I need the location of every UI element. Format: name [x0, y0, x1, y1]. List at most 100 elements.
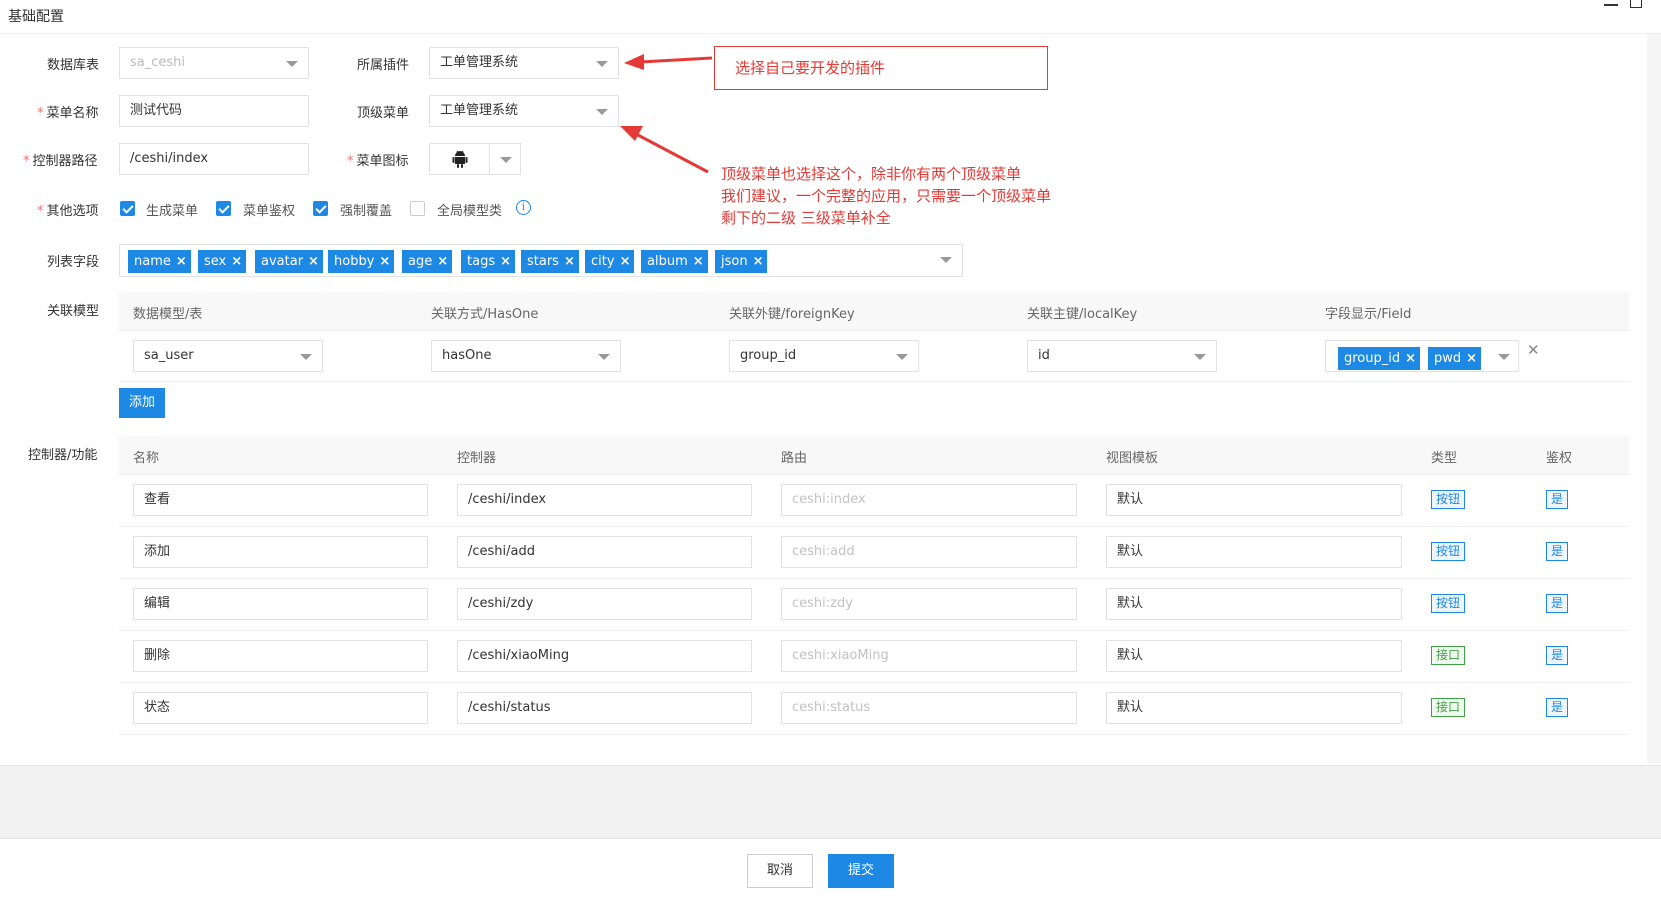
field-tag[interactable]: name × [128, 250, 191, 273]
top-menu-label: 顶级菜单 [357, 106, 410, 121]
remove-tag-icon[interactable]: × [1466, 351, 1477, 366]
annotation-line: 顶级菜单也选择这个，除非你有两个顶级菜单 [721, 165, 1022, 183]
remove-tag-icon[interactable]: × [564, 254, 575, 269]
chevron-down-icon [300, 354, 312, 360]
required-mark: * [37, 106, 44, 121]
remove-tag-icon[interactable]: × [176, 254, 187, 269]
force-overwrite-label: 强制覆盖 [340, 204, 393, 219]
required-mark: * [37, 204, 44, 219]
field-tag[interactable]: group_id × [1338, 347, 1421, 370]
function-name-input[interactable]: 状态 [133, 692, 428, 724]
field-tag[interactable]: stars × [521, 250, 579, 273]
relation-fields-select[interactable]: group_id × pwd × [1325, 340, 1519, 372]
annotation-top-menu-text: 顶级菜单也选择这个，除非你有两个顶级菜单 我们建议，一个完整的应用，只需要一个顶… [721, 163, 1051, 229]
relation-model-select[interactable]: sa_user [133, 340, 323, 372]
field-tag[interactable]: hobby × [328, 250, 395, 273]
chevron-down-icon [896, 354, 908, 360]
field-tag[interactable]: age × [402, 250, 453, 273]
menu-name-input[interactable]: 测试代码 [119, 95, 309, 127]
relation-method-select[interactable]: hasOne [431, 340, 621, 372]
function-type-badge[interactable]: 接口 [1431, 646, 1466, 665]
field-tag[interactable]: json × [715, 250, 768, 273]
minimize-icon[interactable] [1604, 4, 1618, 6]
menu-icon-preview [430, 144, 490, 174]
remove-tag-icon[interactable]: × [1405, 351, 1416, 366]
function-route-input[interactable]: ceshi:add [781, 536, 1077, 568]
add-relation-button[interactable]: 添加 [119, 388, 165, 418]
function-name-input[interactable]: 编辑 [133, 588, 428, 620]
menu-auth-label: 菜单鉴权 [243, 204, 296, 219]
remove-tag-icon[interactable]: × [500, 254, 511, 269]
function-auth-badge[interactable]: 是 [1546, 698, 1569, 717]
remove-tag-icon[interactable]: × [753, 254, 764, 269]
relation-foreign-key-select[interactable]: group_id [729, 340, 919, 372]
controller-path-input[interactable]: /ceshi/index [119, 143, 309, 175]
info-icon[interactable]: i [516, 200, 531, 215]
function-controller-input[interactable]: /ceshi/status [457, 692, 752, 724]
chevron-down-icon [940, 257, 952, 263]
relation-local-key-select[interactable]: id [1027, 340, 1217, 372]
remove-tag-icon[interactable]: × [308, 254, 319, 269]
remove-tag-icon[interactable]: × [231, 254, 242, 269]
force-overwrite-checkbox[interactable] [313, 201, 328, 216]
function-controller-input[interactable]: /ceshi/zdy [457, 588, 752, 620]
function-template-input[interactable]: 默认 [1106, 484, 1402, 516]
submit-button[interactable]: 提交 [828, 854, 894, 888]
function-template-input[interactable]: 默认 [1106, 588, 1402, 620]
remove-tag-icon[interactable]: × [437, 254, 448, 269]
function-controller-input[interactable]: /ceshi/add [457, 536, 752, 568]
menu-name-value: 测试代码 [130, 103, 183, 118]
divider [119, 630, 1629, 631]
divider [119, 381, 1629, 382]
cancel-button[interactable]: 取消 [747, 854, 813, 888]
function-auth-badge[interactable]: 是 [1546, 646, 1569, 665]
controller-path-value: /ceshi/index [130, 151, 209, 166]
scrollbar[interactable] [1647, 34, 1661, 764]
top-menu-select[interactable]: 工单管理系统 [429, 95, 619, 127]
function-template-input[interactable]: 默认 [1106, 692, 1402, 724]
function-type-badge[interactable]: 接口 [1431, 698, 1466, 717]
function-name-input[interactable]: 删除 [133, 640, 428, 672]
dialog-titlebar: 基础配置 [0, 0, 1661, 34]
plugin-select[interactable]: 工单管理系统 [429, 47, 619, 79]
field-tag[interactable]: sex × [198, 250, 247, 273]
function-type-badge[interactable]: 按钮 [1431, 594, 1466, 613]
function-auth-badge[interactable]: 是 [1546, 594, 1569, 613]
db-table-select[interactable]: sa_ceshi [119, 47, 309, 79]
function-route-input[interactable]: ceshi:status [781, 692, 1077, 724]
function-auth-badge[interactable]: 是 [1546, 490, 1569, 509]
function-type-badge[interactable]: 按钮 [1431, 542, 1466, 561]
list-fields-select[interactable]: name × sex × avatar × hobby × age × tags × sta… [119, 244, 963, 277]
function-template-input[interactable]: 默认 [1106, 640, 1402, 672]
function-controller-input[interactable]: /ceshi/xiaoMing [457, 640, 752, 672]
remove-relation-icon[interactable]: ✕ [1527, 341, 1540, 359]
field-tag[interactable]: album × [641, 250, 708, 273]
field-tag[interactable]: avatar × [255, 250, 323, 273]
remove-tag-icon[interactable]: × [620, 254, 631, 269]
global-model-checkbox[interactable] [410, 201, 425, 216]
maximize-icon[interactable] [1630, 0, 1642, 8]
controller-path-label: * 控制器路径 [23, 154, 98, 169]
field-tag[interactable]: city × [585, 250, 635, 273]
generate-menu-checkbox[interactable] [120, 201, 135, 216]
arrow-head-icon [620, 126, 643, 141]
function-name-input[interactable]: 添加 [133, 536, 428, 568]
relation-foreign-key-value: group_id [740, 348, 797, 363]
remove-tag-icon[interactable]: × [693, 254, 704, 269]
chevron-down-icon [1498, 354, 1510, 360]
function-auth-badge[interactable]: 是 [1546, 542, 1569, 561]
function-name-input[interactable]: 查看 [133, 484, 428, 516]
required-mark: * [23, 154, 30, 169]
menu-icon-picker[interactable] [429, 143, 521, 175]
field-tag[interactable]: tags × [461, 250, 515, 273]
function-controller-input[interactable]: /ceshi/index [457, 484, 752, 516]
menu-auth-checkbox[interactable] [216, 201, 231, 216]
functions-col-template: 视图模板 [1106, 451, 1159, 466]
function-route-input[interactable]: ceshi:xiaoMing [781, 640, 1077, 672]
field-tag[interactable]: pwd × [1428, 347, 1482, 370]
function-template-input[interactable]: 默认 [1106, 536, 1402, 568]
function-route-input[interactable]: ceshi:index [781, 484, 1077, 516]
function-type-badge[interactable]: 按钮 [1431, 490, 1466, 509]
function-route-input[interactable]: ceshi:zdy [781, 588, 1077, 620]
remove-tag-icon[interactable]: × [379, 254, 390, 269]
